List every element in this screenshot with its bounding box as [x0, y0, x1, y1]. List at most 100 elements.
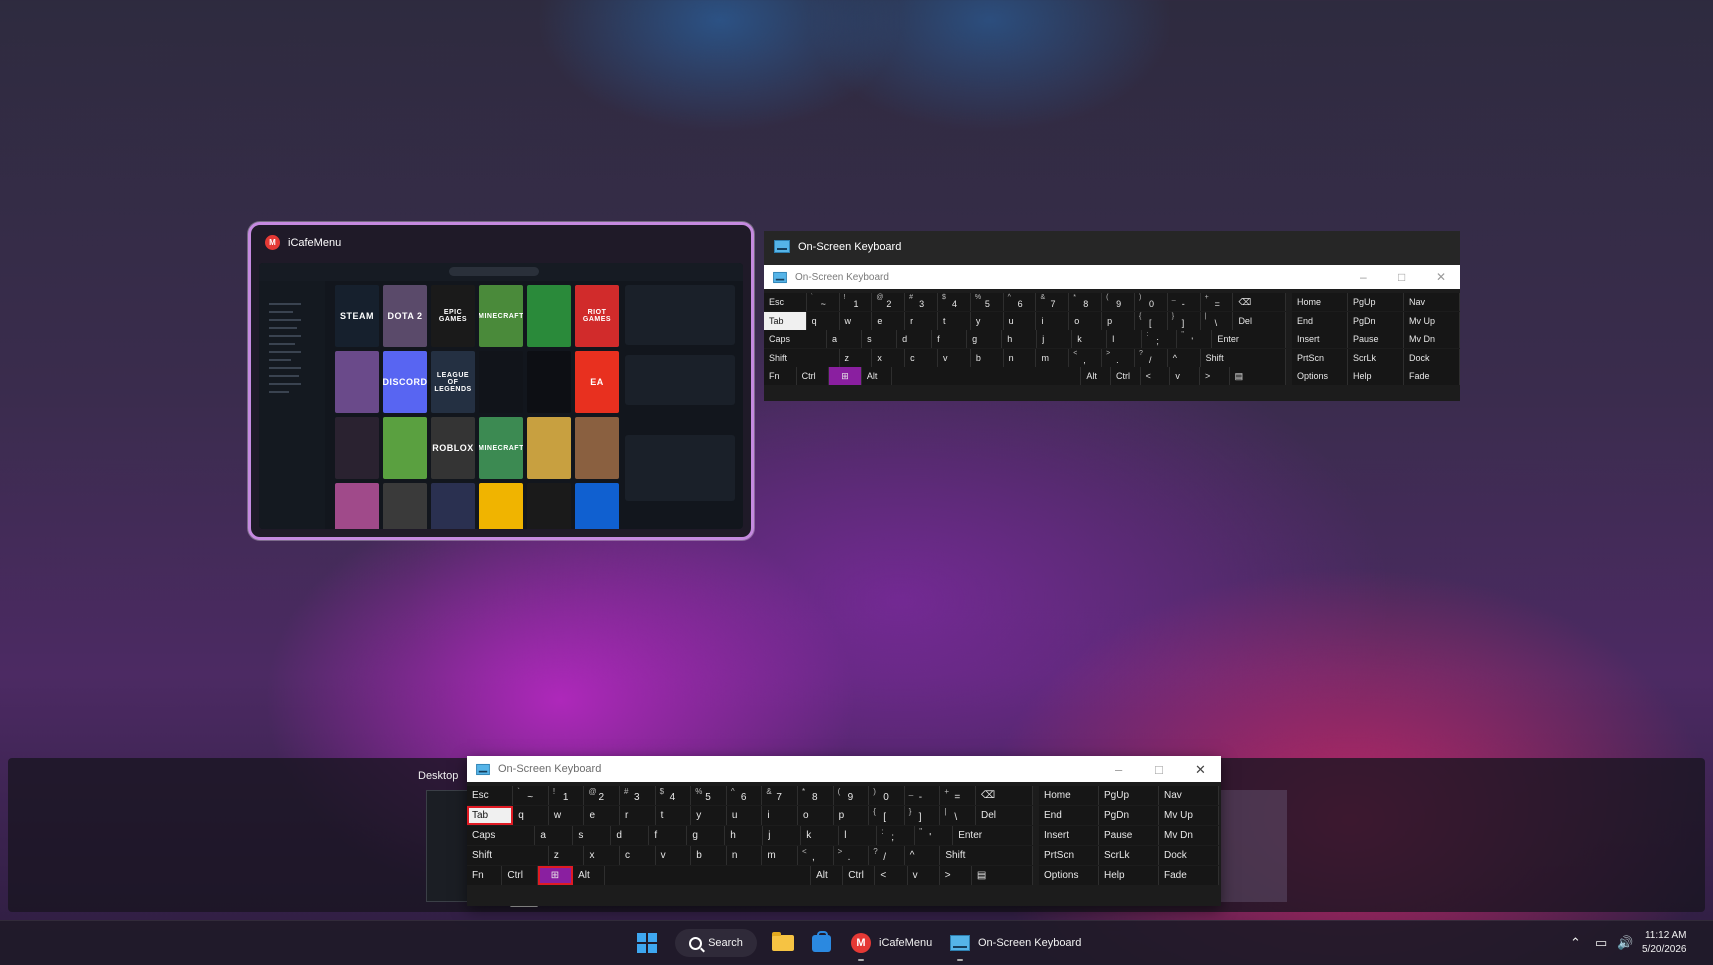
- taskview-icafemenu-window[interactable]: M iCafeMenu STEAM DOTA 2 EPIC GAMES MINECRA…: [248, 222, 754, 540]
- key-symbol[interactable]: >.: [1102, 348, 1135, 367]
- key-5[interactable]: % 5: [691, 786, 727, 805]
- key-del[interactable]: Del: [975, 806, 1033, 825]
- key-symbol[interactable]: <,: [798, 846, 834, 865]
- key-shift[interactable]: Shift: [940, 846, 1033, 865]
- key-nav[interactable]: Nav: [1404, 293, 1460, 311]
- key-6[interactable]: ^ 6: [726, 786, 763, 805]
- key-8[interactable]: * 8: [1069, 293, 1103, 311]
- key-f[interactable]: f: [649, 826, 688, 845]
- key-shift[interactable]: Shift: [467, 846, 549, 865]
- taskbar-icafemenu-button[interactable]: M iCafeMenu: [851, 927, 932, 961]
- key-l[interactable]: l: [839, 826, 878, 845]
- key-3[interactable]: #3: [905, 293, 938, 311]
- key-symbol[interactable]: :;: [877, 826, 916, 845]
- key-k[interactable]: k: [1072, 330, 1108, 348]
- key-g[interactable]: g: [967, 330, 1003, 348]
- key-ctrl[interactable]: Ctrl: [502, 866, 538, 885]
- key-pause[interactable]: Pause: [1099, 826, 1159, 845]
- key-ctrl[interactable]: Ctrl: [1111, 367, 1141, 385]
- menu-key[interactable]: ▤: [971, 866, 1033, 885]
- key-i[interactable]: i: [1036, 311, 1070, 330]
- key-l[interactable]: l: [1107, 330, 1143, 348]
- show-hidden-icons-button[interactable]: ⌃: [1570, 927, 1581, 959]
- key-symbol[interactable]: + =: [940, 786, 976, 805]
- key-mvdn[interactable]: Mv Dn: [1159, 826, 1219, 845]
- key-x[interactable]: x: [584, 846, 621, 865]
- key-pause[interactable]: Pause: [1348, 330, 1404, 348]
- key-ctrl[interactable]: Ctrl: [843, 866, 876, 885]
- key-r[interactable]: r: [905, 311, 938, 330]
- key-v[interactable]: v: [1170, 367, 1200, 385]
- key-mvup[interactable]: Mv Up: [1159, 806, 1219, 825]
- key-9[interactable]: (9: [1102, 293, 1135, 311]
- key-insert[interactable]: Insert: [1292, 330, 1348, 348]
- key-symbol[interactable]: | \: [940, 806, 976, 825]
- key-p[interactable]: p: [1102, 311, 1135, 330]
- key-0[interactable]: ) 0: [1134, 293, 1168, 311]
- key-i[interactable]: i: [762, 806, 799, 825]
- key-fade[interactable]: Fade: [1159, 866, 1219, 885]
- key-0[interactable]: ) 0: [869, 786, 905, 805]
- key-e[interactable]: e: [584, 806, 621, 825]
- on-screen-keyboard-window[interactable]: On-Screen Keyboard – □ ✕ Esc ` ~! 1 @2 #3 $4% 5…: [467, 756, 1221, 906]
- key-esc[interactable]: Esc: [764, 293, 807, 311]
- key-w[interactable]: w: [839, 311, 873, 330]
- key-pgup[interactable]: PgUp: [1099, 786, 1159, 805]
- key-symbol[interactable]: {[: [1134, 311, 1168, 330]
- key-5[interactable]: % 5: [970, 293, 1004, 311]
- key-r[interactable]: r: [620, 806, 656, 825]
- key-pgup[interactable]: PgUp: [1348, 293, 1404, 311]
- backspace-key[interactable]: ⌫: [975, 786, 1033, 805]
- menu-key[interactable]: ▤: [1229, 367, 1286, 385]
- key-1[interactable]: ! 1: [548, 786, 585, 805]
- key-options[interactable]: Options: [1292, 367, 1348, 385]
- key-symbol[interactable]: <: [1140, 367, 1171, 385]
- key-symbol[interactable]: " ': [1177, 330, 1213, 348]
- key-caps[interactable]: Caps: [764, 330, 828, 348]
- key-symbol[interactable]: >: [1199, 367, 1230, 385]
- tab-key[interactable]: Tab: [764, 311, 807, 330]
- key-t[interactable]: t: [655, 806, 692, 825]
- key-x[interactable]: x: [872, 348, 906, 367]
- key-4[interactable]: $4: [655, 786, 692, 805]
- key-4[interactable]: $4: [937, 293, 971, 311]
- key-c[interactable]: c: [905, 348, 938, 367]
- key-n[interactable]: n: [1003, 348, 1037, 367]
- key-u[interactable]: u: [1003, 311, 1037, 330]
- key-t[interactable]: t: [937, 311, 971, 330]
- key-scrlk[interactable]: ScrLk: [1348, 348, 1404, 367]
- osk-titlebar[interactable]: On-Screen Keyboard – □ ✕: [467, 756, 1221, 782]
- space-key[interactable]: [891, 367, 1082, 385]
- microsoft-store-button[interactable]: [812, 927, 831, 959]
- key-k[interactable]: k: [801, 826, 840, 845]
- key-shift[interactable]: Shift: [1200, 348, 1286, 367]
- key-s[interactable]: s: [573, 826, 612, 845]
- key-symbol[interactable]: _ -: [904, 786, 941, 805]
- key-alt[interactable]: Alt: [861, 367, 892, 385]
- key-alt[interactable]: Alt: [573, 866, 606, 885]
- key-2[interactable]: @2: [584, 786, 621, 805]
- key-2[interactable]: @2: [872, 293, 906, 311]
- key-j[interactable]: j: [1037, 330, 1073, 348]
- key-q[interactable]: q: [806, 311, 840, 330]
- key-symbol[interactable]: ` ~: [513, 786, 549, 805]
- key-scrlk[interactable]: ScrLk: [1099, 846, 1159, 865]
- key-u[interactable]: u: [726, 806, 763, 825]
- key-dock[interactable]: Dock: [1159, 846, 1219, 865]
- key-z[interactable]: z: [548, 846, 585, 865]
- key-mvdn[interactable]: Mv Dn: [1404, 330, 1460, 348]
- key-fn[interactable]: Fn: [764, 367, 797, 385]
- key-enter[interactable]: Enter: [953, 826, 1033, 845]
- taskview-osk-window[interactable]: On-Screen Keyboard On-Screen Keyboard – …: [764, 231, 1460, 401]
- key-y[interactable]: y: [691, 806, 727, 825]
- windows-key[interactable]: ⊞: [537, 866, 574, 885]
- new-desktop-thumbnail[interactable]: [1221, 790, 1287, 902]
- key-symbol[interactable]: ? /: [1134, 348, 1168, 367]
- key-pgdn[interactable]: PgDn: [1099, 806, 1159, 825]
- key-h[interactable]: h: [725, 826, 764, 845]
- key-mvup[interactable]: Mv Up: [1404, 311, 1460, 330]
- key-3[interactable]: #3: [620, 786, 656, 805]
- key-symbol[interactable]: >.: [833, 846, 870, 865]
- key-fade[interactable]: Fade: [1404, 367, 1460, 385]
- key-a[interactable]: a: [535, 826, 574, 845]
